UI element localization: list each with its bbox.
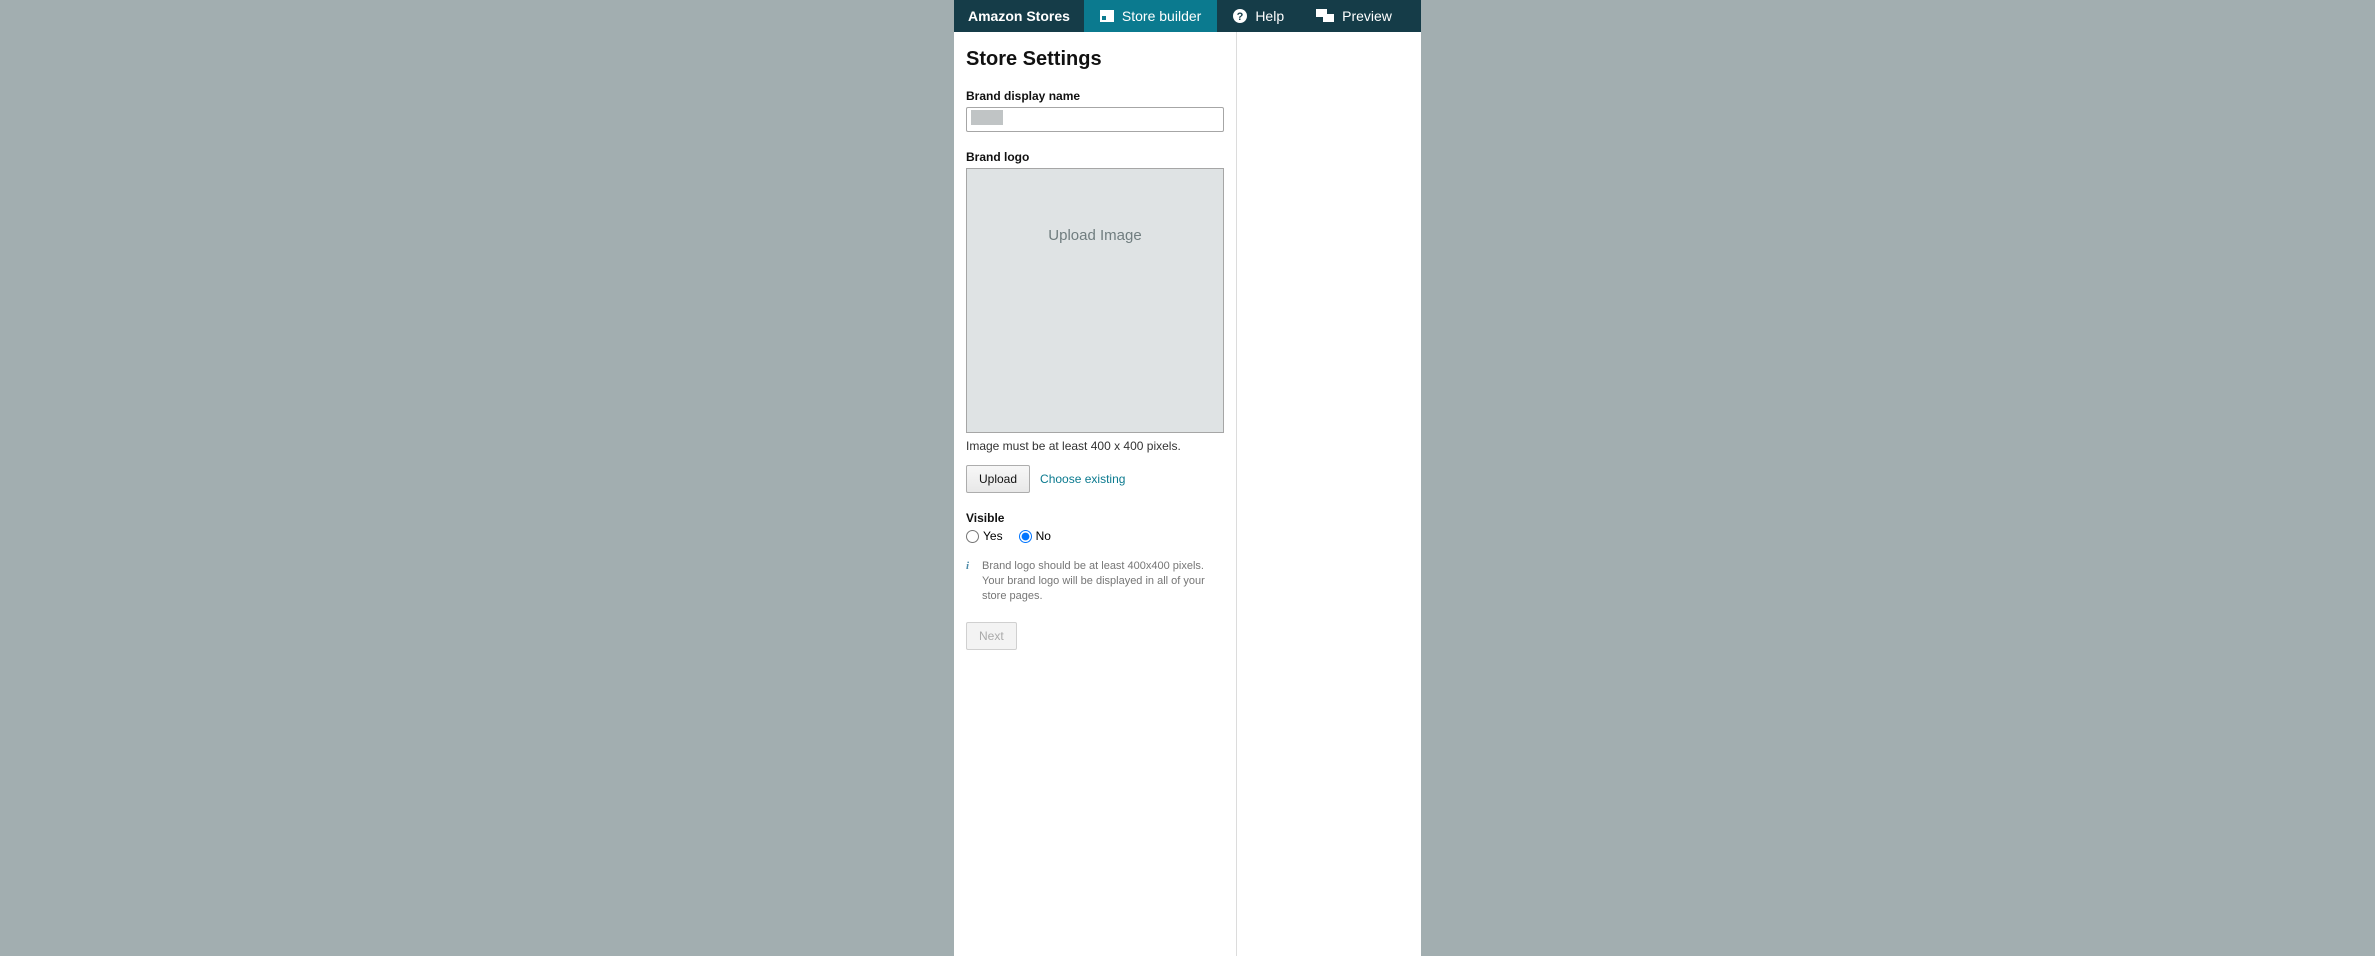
nav-store-builder-label: Store builder (1122, 8, 1201, 24)
redacted-text (971, 110, 1003, 125)
upload-button[interactable]: Upload (966, 465, 1030, 493)
visible-no-label: No (1036, 529, 1051, 543)
store-icon (1100, 10, 1114, 22)
info-text: Brand logo should be at least 400x400 pi… (982, 559, 1224, 604)
nav-help[interactable]: ? Help (1217, 0, 1300, 32)
visible-yes-label: Yes (983, 529, 1003, 543)
info-icon: i (966, 559, 976, 604)
visible-no-radio[interactable] (1019, 530, 1032, 543)
next-button[interactable]: Next (966, 622, 1017, 650)
visible-label: Visible (966, 511, 1224, 525)
svg-text:?: ? (1237, 11, 1244, 23)
top-nav: Amazon Stores Store builder ? Help Previ… (954, 0, 1421, 32)
nav-amazon-stores[interactable]: Amazon Stores (954, 0, 1084, 32)
nav-preview[interactable]: Preview (1300, 0, 1408, 32)
nav-preview-label: Preview (1342, 8, 1392, 24)
page-title: Store Settings (966, 48, 1224, 71)
upload-image-zone[interactable]: Upload Image (966, 168, 1224, 433)
app-window: Amazon Stores Store builder ? Help Previ… (954, 0, 1421, 956)
preview-icon (1316, 9, 1334, 23)
brand-name-input[interactable] (966, 107, 1224, 132)
visible-yes-option[interactable]: Yes (966, 529, 1003, 543)
upload-zone-text: Upload Image (1048, 227, 1141, 244)
main-area: Store Settings Brand display name Brand … (954, 32, 1421, 956)
help-icon: ? (1233, 9, 1247, 23)
settings-panel: Store Settings Brand display name Brand … (954, 32, 1237, 956)
visible-radio-group: Yes No (966, 529, 1224, 543)
visible-yes-radio[interactable] (966, 530, 979, 543)
visible-no-option[interactable]: No (1019, 529, 1051, 543)
brand-logo-label: Brand logo (966, 150, 1224, 164)
right-pane (1237, 32, 1421, 956)
nav-amazon-stores-label: Amazon Stores (968, 8, 1070, 24)
upload-actions: Upload Choose existing (966, 465, 1224, 493)
nav-help-label: Help (1255, 8, 1284, 24)
info-box: i Brand logo should be at least 400x400 … (966, 559, 1224, 604)
image-size-hint: Image must be at least 400 x 400 pixels. (966, 439, 1224, 453)
nav-store-builder[interactable]: Store builder (1084, 0, 1217, 32)
choose-existing-link[interactable]: Choose existing (1040, 472, 1125, 486)
brand-name-label: Brand display name (966, 89, 1224, 103)
